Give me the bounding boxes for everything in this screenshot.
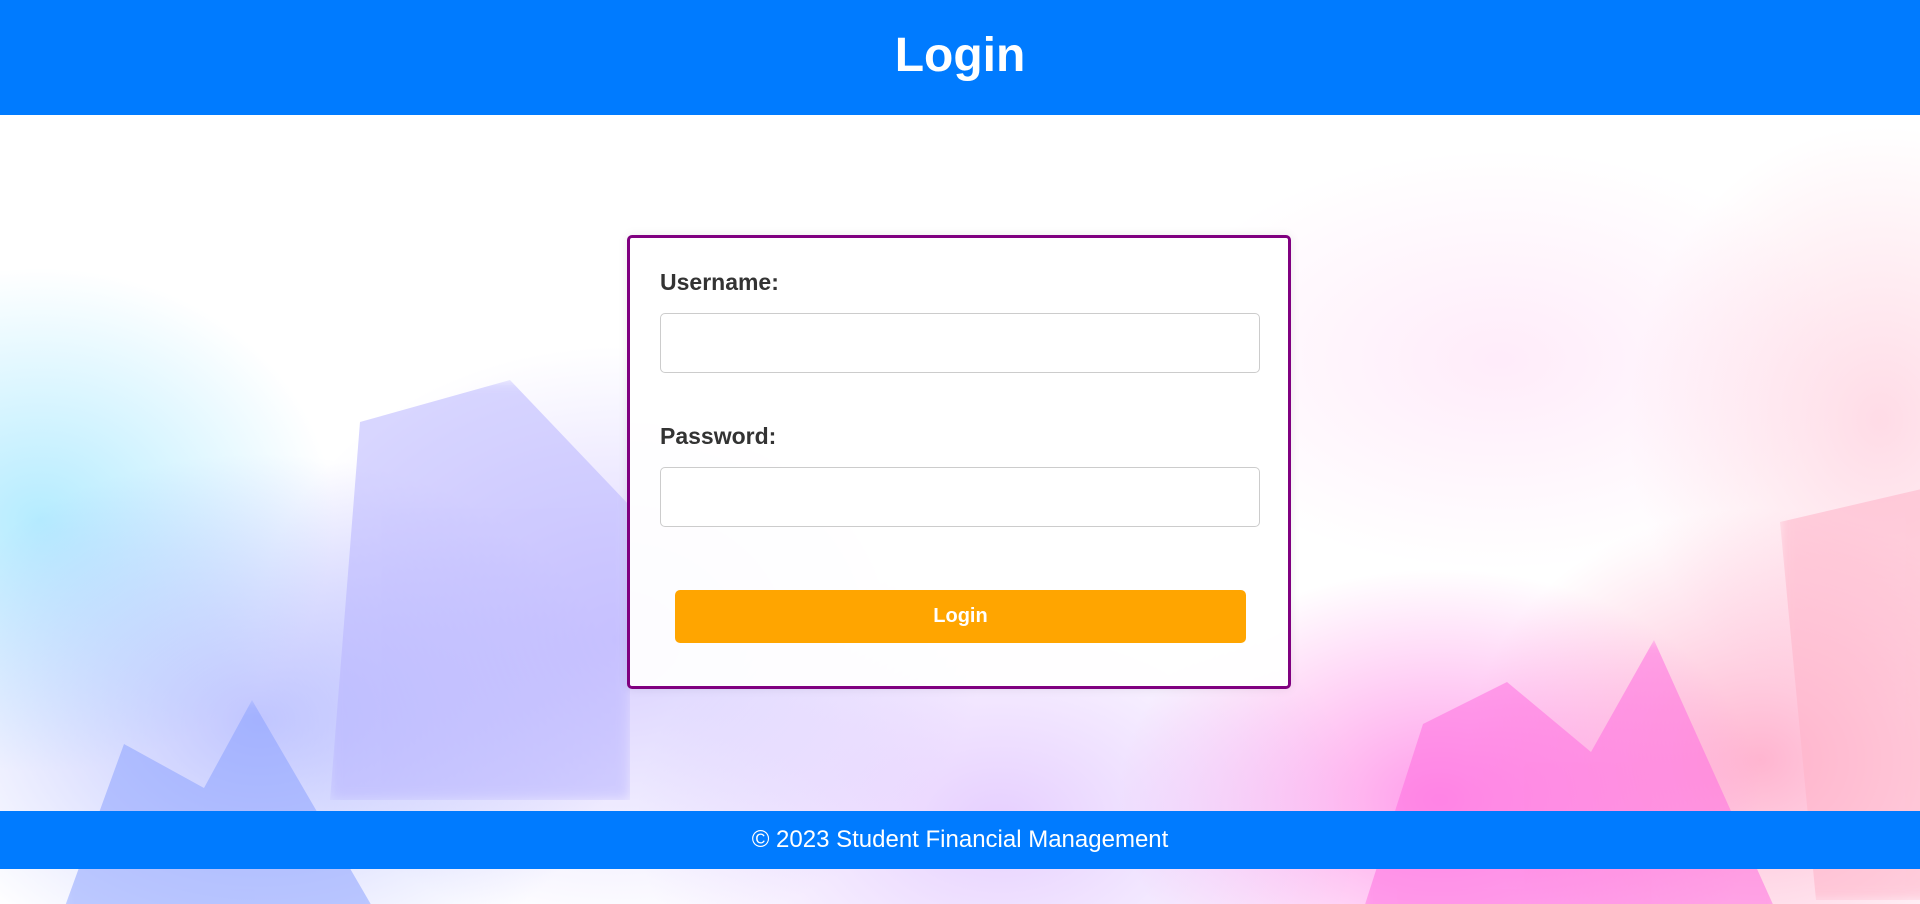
login-button[interactable]: Login [675,590,1246,643]
background-blob [60,700,380,904]
password-label: Password: [660,423,777,449]
page-header: Login [0,0,1920,115]
background-blob [330,380,630,800]
page-footer: © 2023 Student Financial Management [0,811,1920,869]
footer-text: © 2023 Student Financial Management [751,826,1169,853]
username-input[interactable] [660,313,1260,373]
page-title: Login [894,29,1026,82]
username-label: Username: [660,269,779,295]
login-form: Username: Password: Login [627,235,1291,689]
password-input[interactable] [660,467,1260,527]
